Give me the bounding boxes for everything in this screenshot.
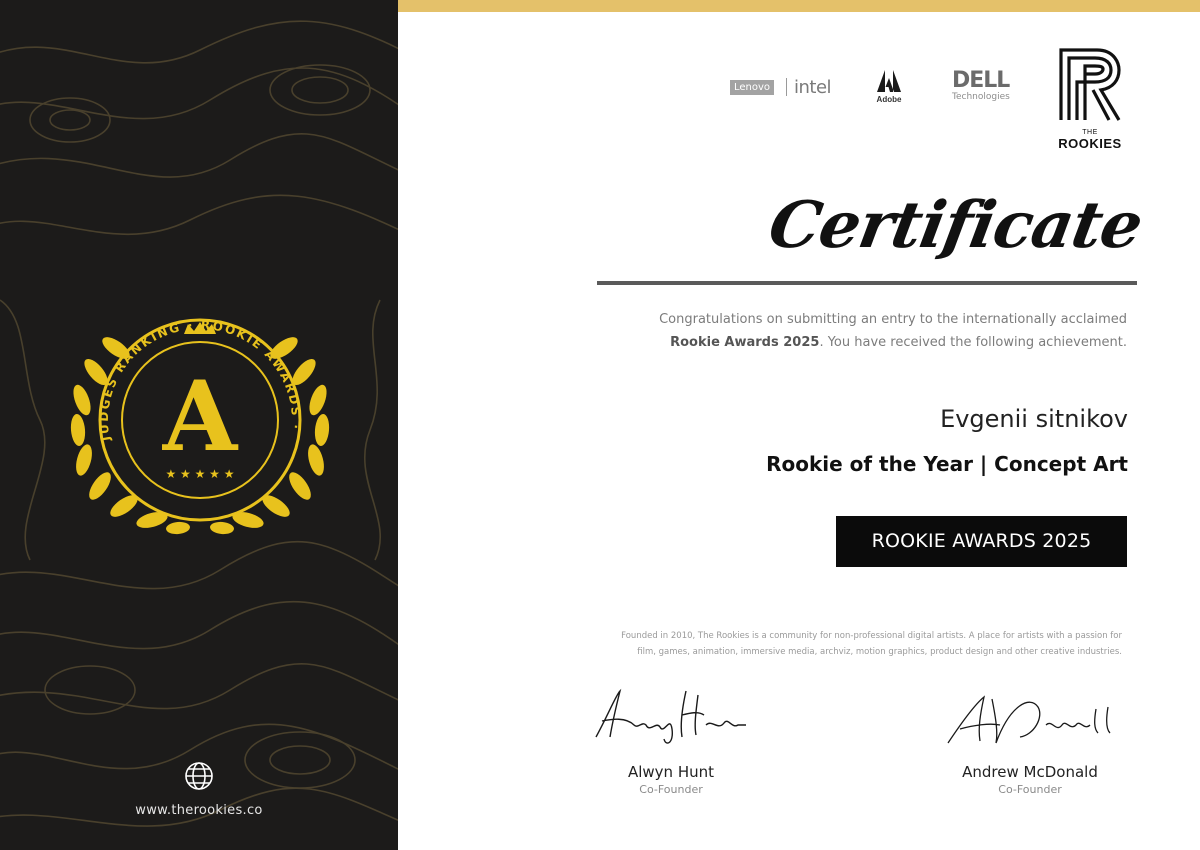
congrats-line1: Congratulations on submitting an entry t… (659, 312, 1127, 327)
congrats-line2: . You have received the following achiev… (819, 335, 1127, 350)
adobe-icon (877, 70, 901, 92)
signature-block-alwyn: Alwyn Hunt Co-Founder (561, 685, 781, 796)
sponsor-logos: Lenovo intel Adobe DELL Technologies THE… (720, 44, 1160, 164)
logo-divider (786, 78, 787, 96)
badge-letter: A (162, 360, 239, 473)
signer-name: Alwyn Hunt (627, 763, 715, 781)
award-badge: ROOKIE AWARDS 2025 (836, 516, 1127, 567)
left-decorative-panel: A ★ ★ ★ ★ ★ JUDGES RANKING · ROOKIE AWAR… (0, 0, 398, 850)
about-line1: Founded in 2010, The Rookies is a commun… (621, 631, 1122, 641)
adobe-logo: Adobe (874, 70, 904, 104)
globe-icon (185, 762, 213, 790)
lenovo-logo: Lenovo (730, 80, 775, 95)
website-link[interactable]: www.therookies.co (0, 803, 398, 818)
top-accent-bar (398, 0, 1200, 12)
certificate-title: Certificate (763, 188, 1148, 263)
rookies-logo: THE ROOKIES (1050, 46, 1130, 151)
dell-name: DELL (952, 68, 1010, 93)
rookies-name: ROOKIES (1058, 136, 1122, 151)
about-line2: film, games, animation, immersive media,… (637, 647, 1122, 657)
congrats-award-name: Rookie Awards 2025 (670, 335, 820, 350)
signer-role: Co-Founder (639, 783, 703, 796)
congratulations-text: Congratulations on submitting an entry t… (560, 308, 1127, 354)
dell-sub: Technologies (952, 92, 1010, 102)
title-divider (597, 281, 1137, 285)
rookies-the: THE (1082, 129, 1098, 136)
signature-andrew (947, 695, 1111, 744)
dell-logo: DELL Technologies (952, 68, 1010, 103)
judges-ranking-badge: A ★ ★ ★ ★ ★ JUDGES RANKING · ROOKIE AWAR… (60, 300, 330, 535)
rookies-r-icon (1059, 48, 1121, 121)
about-text: Founded in 2010, The Rookies is a commun… (560, 628, 1122, 660)
signature-alwyn (595, 688, 746, 744)
star-row-icon: ★ ★ ★ ★ ★ (165, 467, 234, 481)
signer-name: Andrew McDonald (962, 763, 1098, 781)
intel-logo: intel (794, 77, 832, 98)
signer-role: Co-Founder (998, 783, 1062, 796)
achievement-title: Rookie of the Year | Concept Art (766, 452, 1128, 476)
recipient-name: Evgenii sitnikov (940, 405, 1128, 433)
adobe-label: Adobe (876, 95, 902, 104)
signature-block-andrew: Andrew McDonald Co-Founder (920, 685, 1140, 796)
website-block: www.therookies.co (0, 760, 398, 818)
